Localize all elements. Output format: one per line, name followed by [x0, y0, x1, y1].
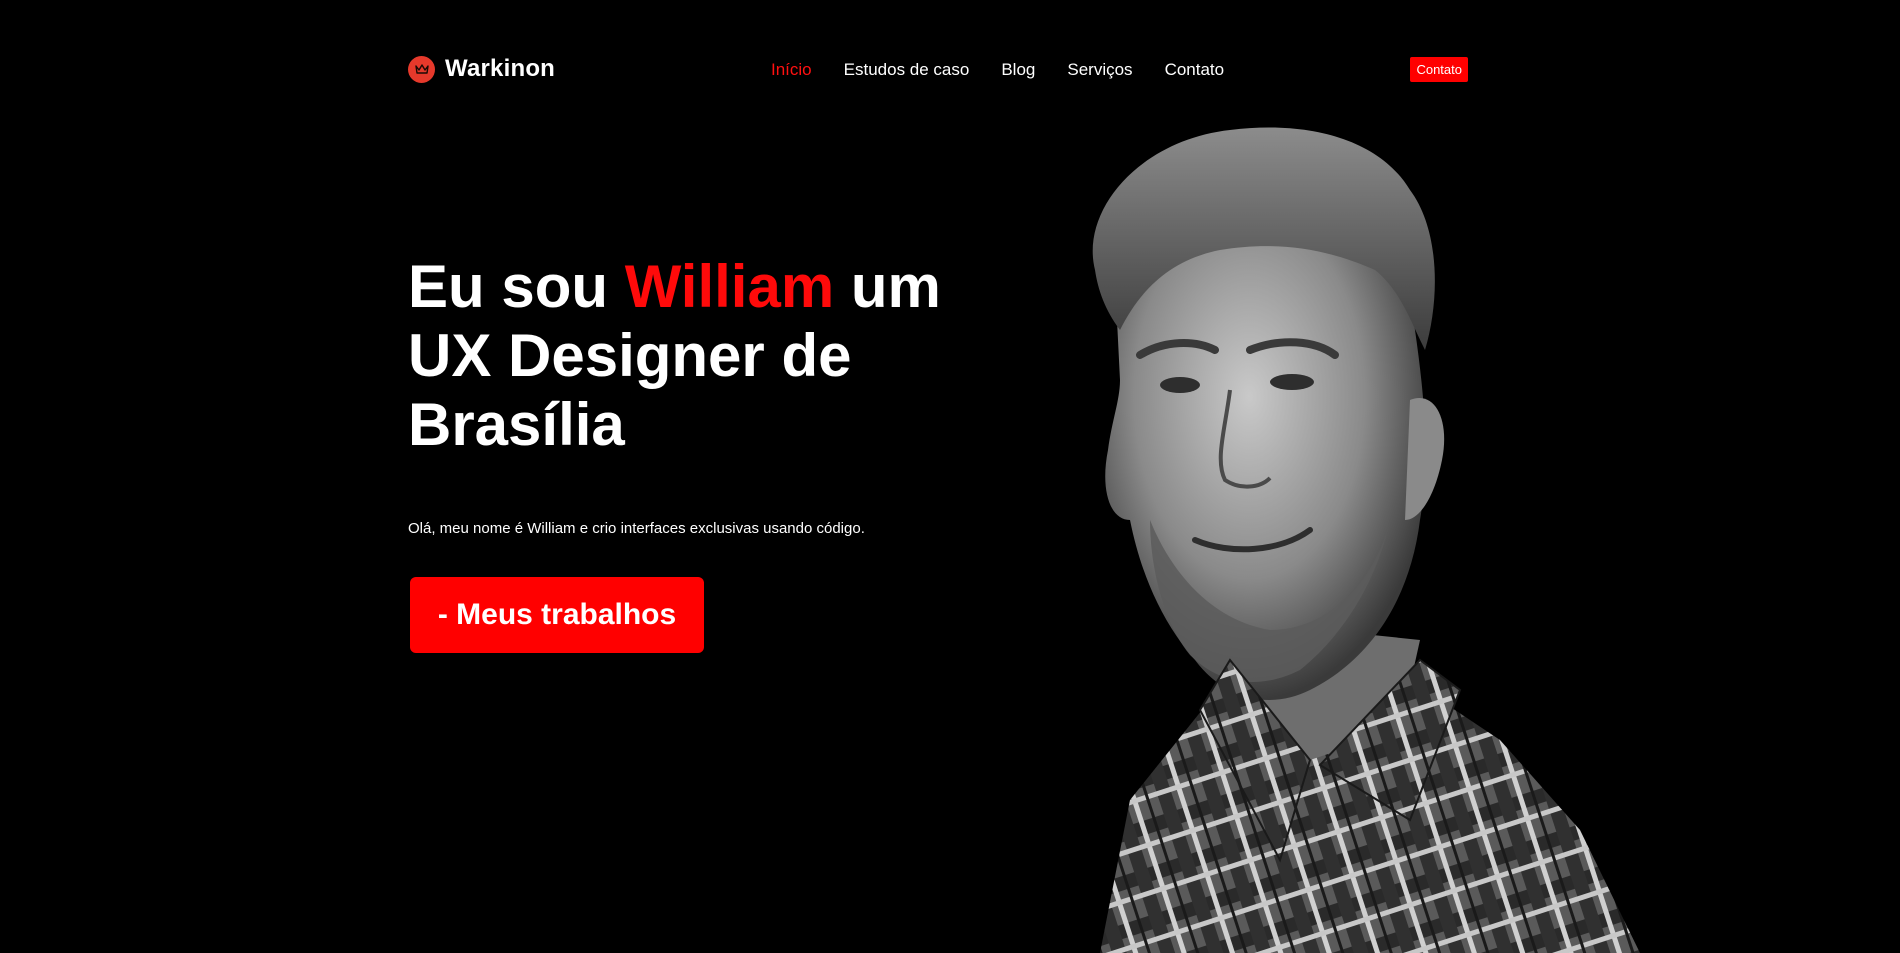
portrait-photo: [1092, 127, 1640, 953]
hero-title-highlight: William: [624, 253, 835, 320]
main-menu: Início Estudos de caso Blog Serviços Con…: [771, 60, 1224, 80]
nav-item-servicos[interactable]: Serviços: [1067, 60, 1132, 80]
hero-title-prefix: Eu sou: [408, 253, 625, 320]
contact-button[interactable]: Contato: [1410, 57, 1468, 82]
hero-subtitle: Olá, meu nome é William e crio interface…: [408, 520, 865, 537]
nav-item-contato[interactable]: Contato: [1165, 60, 1225, 80]
brand-name: Warkinon: [445, 55, 556, 82]
nav-item-inicio[interactable]: Início: [771, 60, 812, 80]
nav-item-blog[interactable]: Blog: [1001, 60, 1035, 80]
my-work-button[interactable]: - Meus trabalhos: [410, 577, 704, 653]
brand-logo[interactable]: Warkinon: [408, 55, 555, 83]
hero-title: Eu sou William um UX Designer de Brasíli…: [408, 252, 1008, 459]
nav-item-estudos-de-caso[interactable]: Estudos de caso: [844, 60, 970, 80]
crown-icon: [408, 55, 435, 83]
top-navbar: Warkinon Início Estudos de caso Blog Ser…: [408, 50, 1468, 90]
